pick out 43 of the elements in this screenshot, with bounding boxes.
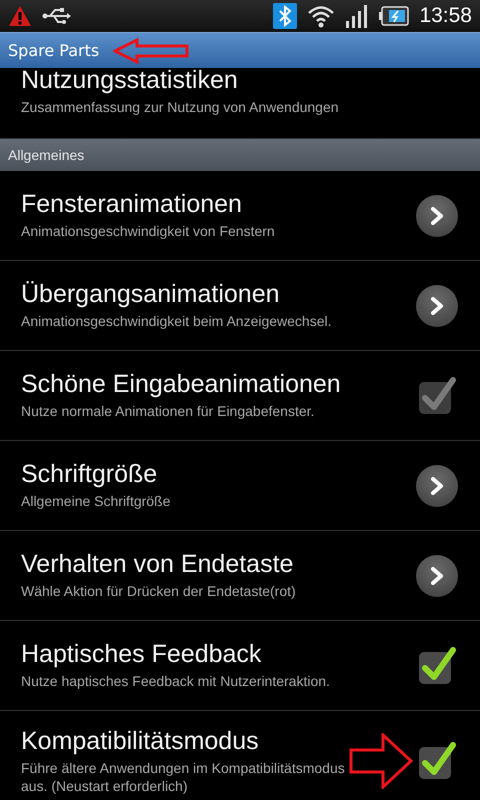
bluetooth-icon (273, 3, 298, 29)
list-item[interactable]: Übergangsanimationen Animationsgeschwindigkeit beim Anzeigewechsel. (0, 261, 480, 351)
chevron-right-icon (429, 566, 445, 584)
item-title: Schöne Eingabeanimationen (21, 370, 342, 400)
item-title: Nutzungsstatistiken (21, 68, 239, 95)
checkbox[interactable] (417, 741, 457, 781)
usb-icon (42, 7, 72, 25)
battery-charging-icon (379, 6, 410, 26)
chevron-button[interactable] (416, 284, 458, 326)
app-title: Spare Parts (8, 41, 100, 60)
list-item[interactable]: Kompatibilitätsmodus Führe ältere Anwendungen im Kompatibilitätsmodus aus. (Neustart erforderlich) (0, 711, 480, 800)
item-summary: Zusammenfassung zur Nutzung von Anwendungen (21, 98, 340, 116)
checkbox[interactable] (417, 646, 457, 686)
item-title: Kompatibilitätsmodus (21, 726, 260, 756)
clock-time: 13:58 (419, 4, 472, 28)
item-summary: Animationsgeschwindigkeit beim Anzeigewechsel. (21, 312, 333, 331)
arrow-right-icon (349, 733, 413, 789)
warning-icon (8, 5, 32, 27)
item-summary: Animationsgeschwindigkeit von Fenstern (21, 222, 276, 241)
item-title: Verhalten von Endetaste (21, 550, 294, 580)
wifi-icon (307, 4, 336, 28)
item-summary: Wähle Aktion für Drücken der Endetaste(rot) (21, 582, 297, 601)
section-title: Allgemeines (8, 147, 84, 163)
item-title: Übergangsanimationen (21, 280, 281, 310)
item-title: Schriftgröße (21, 460, 158, 490)
chevron-right-icon (429, 296, 445, 314)
list-item[interactable]: Fensteranimationen Animationsgeschwindigkeit von Fenstern (0, 171, 480, 261)
item-summary: Allgemeine Schriftgröße (21, 492, 172, 511)
chevron-right-icon (429, 206, 445, 224)
chevron-right-icon (429, 476, 445, 494)
item-summary: Nutze normale Animationen für Eingabefenster. (21, 402, 316, 421)
list-item[interactable]: Verhalten von Endetaste Wähle Aktion für Drücken der Endetaste(rot) (0, 531, 480, 621)
item-title: Fensteranimationen (21, 190, 243, 220)
item-title: Haptisches Feedback (21, 640, 262, 670)
item-summary: Führe ältere Anwendungen im Kompatibilitätsmodus aus. (Neustart erforderlich) (21, 758, 346, 796)
arrow-left-icon (113, 38, 190, 64)
list-item[interactable]: Haptisches Feedback Nutze haptisches Feedback mit Nutzerinteraktion. (0, 621, 480, 711)
chevron-button[interactable] (416, 554, 458, 596)
chevron-button[interactable] (416, 464, 458, 506)
item-summary: Nutze haptisches Feedback mit Nutzerinteraktion. (21, 672, 331, 691)
list-item[interactable]: Schriftgröße Allgemeine Schriftgröße (0, 441, 480, 531)
chevron-button[interactable] (416, 194, 458, 236)
signal-icon (345, 4, 370, 28)
